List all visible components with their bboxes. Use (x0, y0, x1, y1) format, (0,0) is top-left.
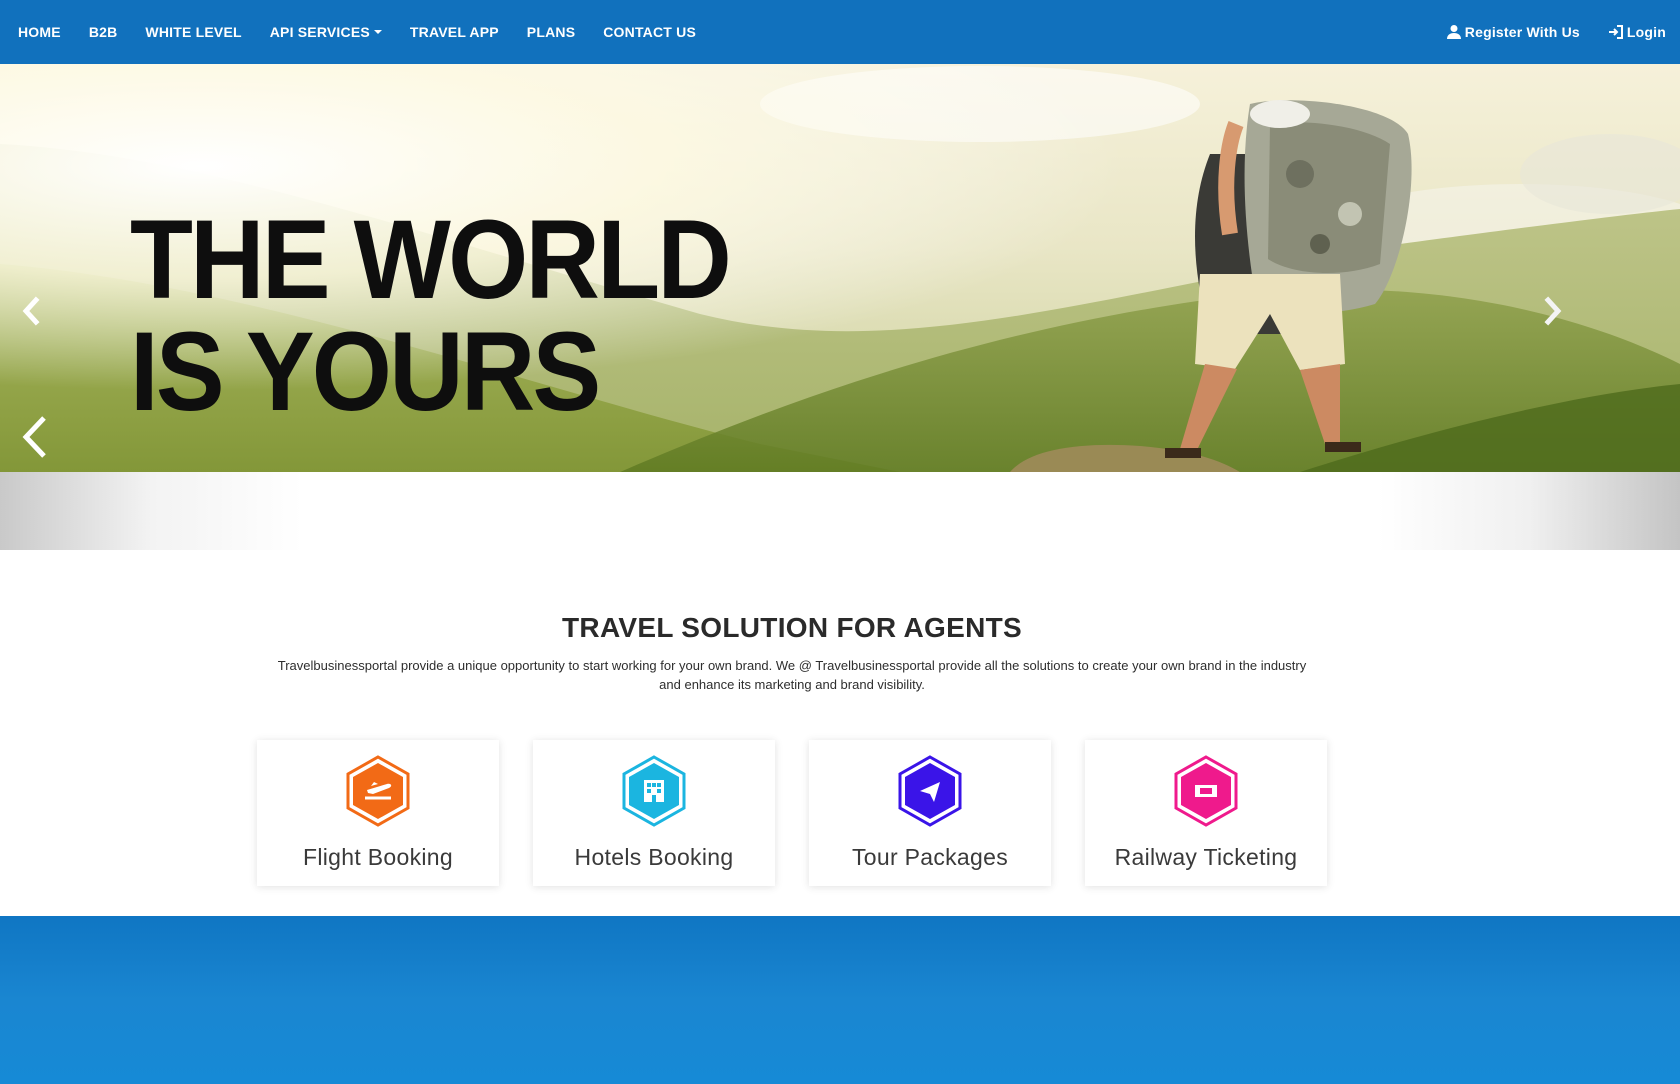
caret-down-icon (373, 30, 382, 34)
hotels-booking-card[interactable]: Hotels Booking (533, 740, 775, 886)
tour-packages-card[interactable]: Tour Packages (809, 740, 1051, 886)
nav-b2b[interactable]: B2B (89, 24, 118, 40)
ticket-icon (1169, 754, 1243, 828)
register-link[interactable]: Register With Us (1446, 24, 1580, 40)
hero-headline: THE WORLD IS YOURS (130, 197, 732, 434)
section-description: Travelbusinessportal provide a unique op… (277, 658, 1307, 692)
slide-prev-arrow[interactable] (20, 414, 50, 460)
section-title: TRAVEL SOLUTION FOR AGENTS (562, 612, 1022, 643)
card-label: Flight Booking (303, 844, 453, 870)
flight-booking-card[interactable]: Flight Booking (257, 740, 499, 886)
nav-home[interactable]: HOME (18, 24, 61, 40)
carousel-prev-button[interactable] (20, 296, 44, 326)
plane-departure-icon (341, 754, 415, 828)
nav-api-services-label: API SERVICES (269, 24, 370, 40)
card-label: Tour Packages (851, 844, 1009, 870)
nav-white-level[interactable]: WHITE LEVEL (145, 24, 241, 40)
hero-carousel: THE WORLD IS YOURS (0, 64, 1680, 550)
hero-headline-line1: THE WORLD (130, 197, 732, 322)
sign-in-icon (1608, 24, 1624, 40)
footer-band (0, 916, 1680, 1084)
card-label: Railway Ticketing (1114, 844, 1298, 870)
login-link[interactable]: Login (1608, 24, 1666, 40)
register-label: Register With Us (1464, 24, 1580, 40)
card-label: Hotels Booking (574, 844, 734, 870)
nav-auth: Register With Us Login (1418, 24, 1666, 40)
nav-travel-app[interactable]: TRAVEL APP (410, 24, 499, 40)
nav-contact-us[interactable]: CONTACT US (603, 24, 696, 40)
user-icon (1446, 24, 1462, 40)
hero-headline-line2: IS YOURS (130, 309, 601, 434)
railway-ticketing-card[interactable]: Railway Ticketing (1085, 740, 1327, 886)
service-cards: Flight Booking Hotels Booking Tour Packa… (257, 740, 1327, 886)
login-label: Login (1626, 24, 1666, 40)
nav-plans[interactable]: PLANS (527, 24, 575, 40)
building-icon (617, 754, 691, 828)
carousel-next-button[interactable] (1540, 296, 1564, 326)
solutions-section: TRAVEL SOLUTION FOR AGENTS Travelbusines… (0, 550, 1680, 916)
nav-api-services-dropdown[interactable]: API SERVICES (270, 24, 382, 40)
paper-plane-icon (893, 754, 967, 828)
top-navbar: HOME B2B WHITE LEVEL API SERVICES TRAVEL… (0, 0, 1680, 64)
nav-menu: HOME B2B WHITE LEVEL API SERVICES TRAVEL… (18, 24, 724, 40)
